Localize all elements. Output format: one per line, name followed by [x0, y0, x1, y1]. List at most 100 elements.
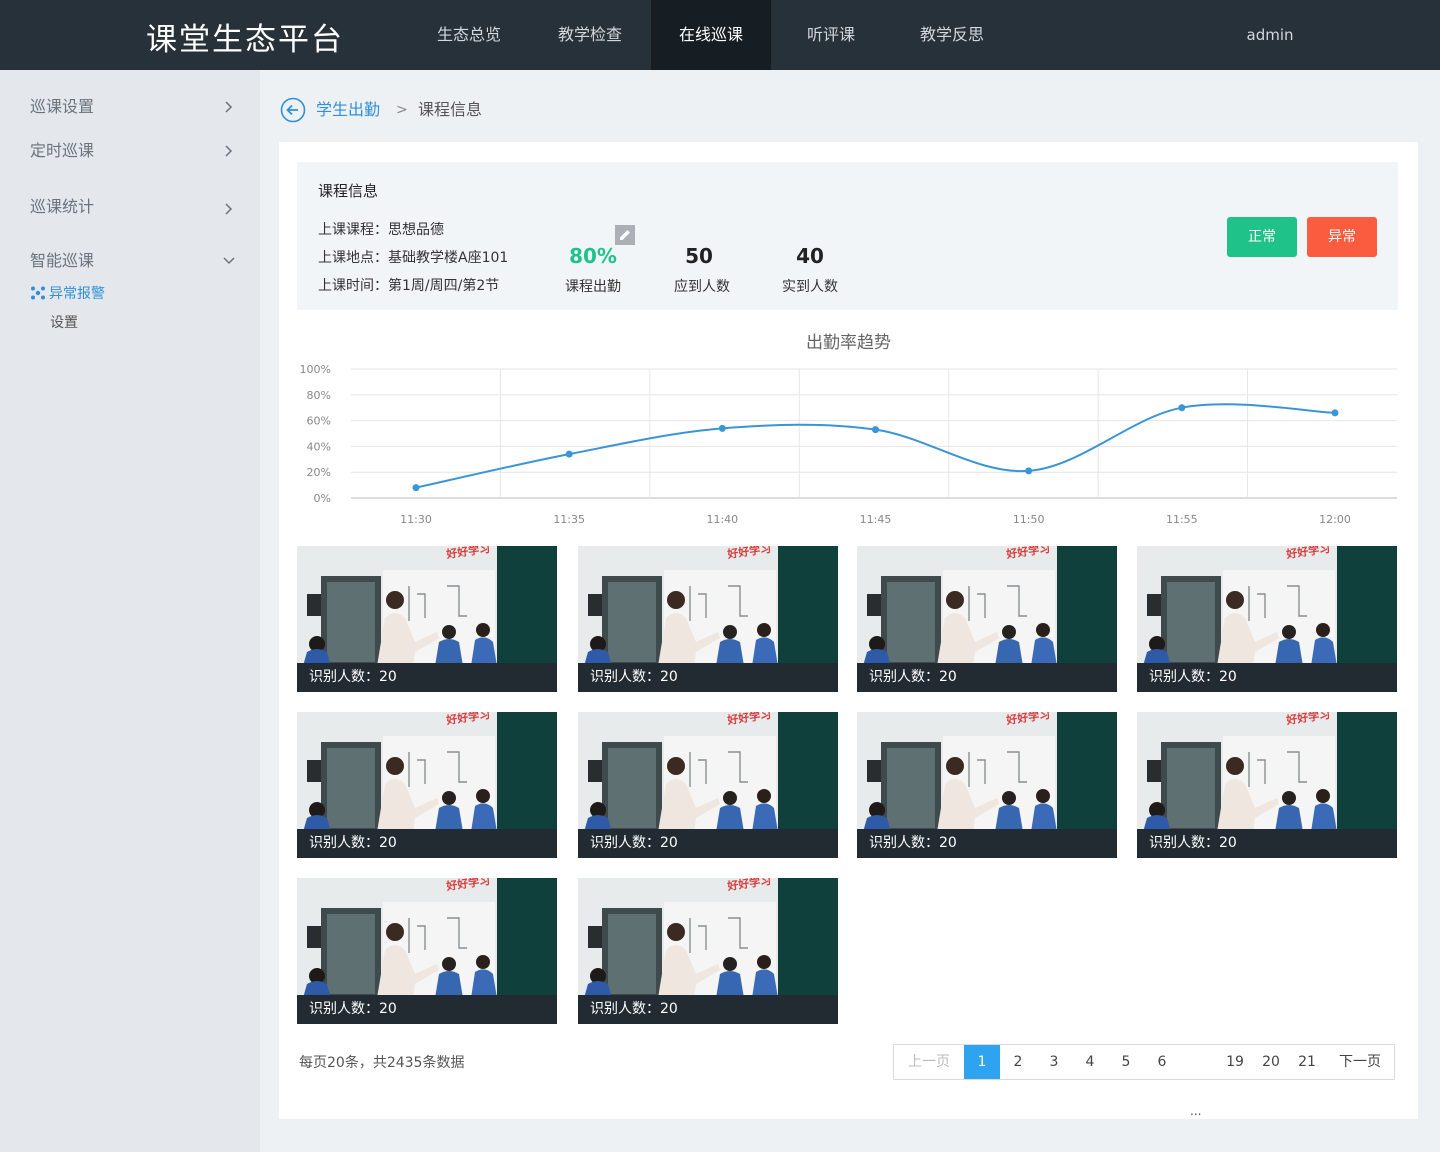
sidebar-item-smart-patrol[interactable]: 智能巡课 [30, 246, 240, 276]
x-tick-label: 11:35 [553, 513, 585, 526]
recognized-count-caption: 识别人数：20 [857, 829, 1117, 858]
actual-count-label: 实到人数 [782, 279, 838, 295]
course-location: 上课地点：基础教学楼A座101 [318, 250, 509, 266]
course-subject: 上课课程：思想品德 [318, 222, 444, 238]
data-point [1178, 404, 1186, 412]
x-tick-label: 11:50 [1013, 513, 1045, 526]
next-page-button[interactable]: 下一页 [1325, 1045, 1395, 1079]
nav-item-lesson-review[interactable]: 听评课 [790, 0, 872, 70]
data-point [718, 424, 726, 432]
page-button-4[interactable]: 4 [1072, 1045, 1108, 1079]
y-tick-label: 20% [307, 466, 331, 479]
data-point [412, 484, 420, 492]
chart-title: 出勤率趋势 [806, 333, 891, 353]
page-button-3[interactable]: 3 [1036, 1045, 1072, 1079]
brand-title: 课堂生态平台 [146, 22, 344, 58]
recognized-count-caption: 识别人数：20 [1137, 663, 1397, 692]
expected-count-label: 应到人数 [674, 279, 730, 295]
classroom-snapshot[interactable]: 好好学习 识别人数：20 [297, 546, 557, 692]
pagination-summary: 每页20条，共2435条数据 [299, 1055, 465, 1071]
y-tick-label: 100% [300, 363, 331, 376]
prev-page-button[interactable]: 上一页 [894, 1045, 964, 1079]
attendance-rate-value: 80% [569, 244, 617, 268]
classroom-snapshot[interactable]: 好好学习 识别人数：20 [1137, 712, 1397, 858]
chevron-down-icon [223, 257, 235, 265]
mark-abnormal-button[interactable]: 异常 [1307, 217, 1377, 257]
top-navbar: 课堂生态平台 生态总览 教学检查 在线巡课 听评课 教学反思 admin [0, 0, 1440, 70]
sidebar-subitem-alarm[interactable]: 异常报警 [30, 282, 105, 306]
course-time: 上课时间：第1周/周四/第2节 [318, 278, 500, 294]
x-tick-label: 11:30 [400, 513, 432, 526]
breadcrumb-separator: > [396, 102, 408, 118]
classroom-snapshot[interactable]: 好好学习 识别人数：20 [578, 546, 838, 692]
classroom-snapshot[interactable]: 好好学习 识别人数：20 [857, 712, 1117, 858]
y-tick-label: 60% [307, 415, 331, 428]
recognized-count-caption: 识别人数：20 [297, 829, 557, 858]
sidebar-subitem-label: 异常报警 [49, 286, 105, 302]
page-button-20[interactable]: 20 [1253, 1045, 1289, 1079]
pagination: 上一页 1 2 3 4 5 6 19 20 21 下一页 [893, 1044, 1395, 1080]
mark-normal-button[interactable]: 正常 [1227, 217, 1297, 257]
sidebar: 巡课设置 定时巡课 巡课统计 智能巡课 异常报警 设置 [0, 70, 260, 1152]
page-button-5[interactable]: 5 [1108, 1045, 1144, 1079]
classroom-snapshot[interactable]: 好好学习 识别人数：20 [1137, 546, 1397, 692]
nav-item-inspection[interactable]: 教学检查 [540, 0, 640, 70]
page-button-21[interactable]: 21 [1289, 1045, 1325, 1079]
classroom-snapshot[interactable]: 好好学习 识别人数：20 [578, 878, 838, 1024]
data-point [565, 450, 573, 458]
alarm-icon [31, 286, 45, 300]
recognized-count-caption: 识别人数：20 [297, 995, 557, 1024]
expected-count-value: 50 [685, 244, 713, 268]
sidebar-item-label: 巡课统计 [30, 197, 95, 216]
page-button-19[interactable]: 19 [1217, 1045, 1253, 1079]
recognized-count-caption: 识别人数：20 [578, 995, 838, 1024]
classroom-snapshot[interactable]: 好好学习 识别人数：20 [857, 546, 1117, 692]
course-info-title: 课程信息 [318, 182, 379, 200]
nav-item-reflection[interactable]: 教学反思 [902, 0, 1002, 70]
x-tick-label: 11:45 [860, 513, 892, 526]
x-tick-label: 12:00 [1319, 513, 1351, 526]
y-tick-label: 0% [314, 492, 331, 505]
chevron-right-icon [225, 101, 233, 113]
recognized-count-caption: 识别人数：20 [578, 829, 838, 858]
recognized-count-caption: 识别人数：20 [578, 663, 838, 692]
sidebar-item-label: 巡课设置 [30, 97, 95, 116]
recognized-count-caption: 识别人数：20 [857, 663, 1117, 692]
classroom-snapshot[interactable]: 好好学习 识别人数：20 [297, 712, 557, 858]
sidebar-item-label: 定时巡课 [30, 141, 95, 160]
data-point [1331, 409, 1339, 417]
chevron-right-icon [225, 145, 233, 157]
edit-icon[interactable] [615, 225, 635, 245]
breadcrumb-current: 课程信息 [418, 100, 483, 119]
attendance-rate-label: 课程出勤 [565, 279, 621, 295]
x-tick-label: 11:40 [706, 513, 738, 526]
x-tick-label: 11:55 [1166, 513, 1198, 526]
y-tick-label: 40% [307, 440, 331, 453]
recognized-count-caption: 识别人数：20 [297, 663, 557, 692]
classroom-snapshot[interactable]: 好好学习 识别人数：20 [578, 712, 838, 858]
main-panel: 课程信息 上课课程：思想品德 上课地点：基础教学楼A座101 上课时间：第1周/… [279, 142, 1418, 1119]
chevron-right-icon [225, 203, 233, 215]
page-button-6[interactable]: 6 [1144, 1045, 1180, 1079]
classroom-snapshot[interactable]: 好好学习 识别人数：20 [297, 878, 557, 1024]
pagination-ellipsis: ... [1190, 1104, 1202, 1118]
y-tick-label: 80% [307, 389, 331, 402]
breadcrumb-parent-link[interactable]: 学生出勤 [316, 96, 380, 124]
page-button-2[interactable]: 2 [1000, 1045, 1036, 1079]
user-menu[interactable]: admin [1230, 0, 1310, 70]
recognized-count-caption: 识别人数：20 [1137, 829, 1397, 858]
sidebar-item-scheduled-patrol[interactable]: 定时巡课 [30, 136, 240, 166]
sidebar-item-patrol-stats[interactable]: 巡课统计 [30, 192, 240, 222]
actual-count-value: 40 [796, 244, 824, 268]
sidebar-item-label: 智能巡课 [30, 251, 95, 270]
sidebar-subitem-settings[interactable]: 设置 [50, 311, 78, 335]
sidebar-item-patrol-settings[interactable]: 巡课设置 [30, 92, 240, 122]
attendance-trend-chart: 100% 80% 60% 40% 20% 0% 11:30 11:35 11:40 11:45 11… [300, 363, 1397, 526]
nav-item-online-patrol[interactable]: 在线巡课 [651, 0, 771, 70]
data-point [1025, 467, 1033, 475]
data-point [872, 426, 879, 434]
back-arrow-icon[interactable] [280, 97, 306, 123]
nav-item-overview[interactable]: 生态总览 [420, 0, 518, 70]
page-button-1[interactable]: 1 [964, 1045, 1000, 1079]
course-info-card: 课程信息 上课课程：思想品德 上课地点：基础教学楼A座101 上课时间：第1周/… [297, 162, 1398, 310]
